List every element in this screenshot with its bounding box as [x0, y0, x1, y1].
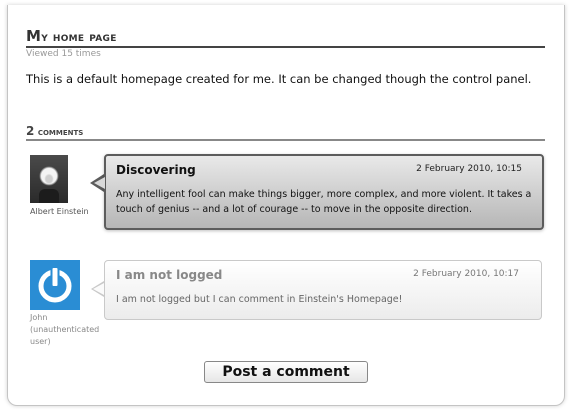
- comment-title: I am not logged: [116, 268, 223, 282]
- intro-text: This is a default homepage created for m…: [26, 72, 532, 86]
- comments-header: 2 comments: [26, 124, 545, 141]
- comment-title: Discovering: [116, 163, 196, 177]
- comment-body: Any intelligent fool can make things big…: [116, 189, 532, 215]
- page-title-rest: y home page: [41, 30, 117, 45]
- view-count: Viewed 15 times: [26, 49, 101, 59]
- power-icon: [38, 266, 72, 303]
- page-title: My home page: [26, 27, 545, 48]
- comment-author-anonymous[interactable]: John (unauthenticated user): [30, 312, 99, 348]
- page-title-initial: M: [26, 27, 42, 45]
- avatar-anonymous[interactable]: [30, 260, 80, 310]
- comment-bubble: I am not logged 2 February 2010, 10:17 I…: [104, 260, 542, 320]
- comment-bubble: Discovering 2 February 2010, 10:15 Any i…: [104, 154, 544, 230]
- post-comment-button[interactable]: Post a comment: [204, 361, 368, 383]
- bubble-pointer-fill: [94, 177, 105, 189]
- comment-date: 2 February 2010, 10:17: [413, 269, 519, 279]
- comments-label: comments: [34, 127, 84, 138]
- bubble-pointer-fill: [93, 283, 104, 295]
- author-note: (unauthenticated: [30, 325, 100, 334]
- comment-date: 2 February 2010, 10:15: [416, 164, 522, 174]
- author-name: John: [30, 313, 48, 322]
- comment-author[interactable]: Albert Einstein: [30, 206, 89, 218]
- author-note-end: user): [30, 337, 51, 346]
- avatar-einstein[interactable]: [30, 155, 68, 203]
- comment-body: I am not logged but I can comment in Ein…: [116, 294, 403, 305]
